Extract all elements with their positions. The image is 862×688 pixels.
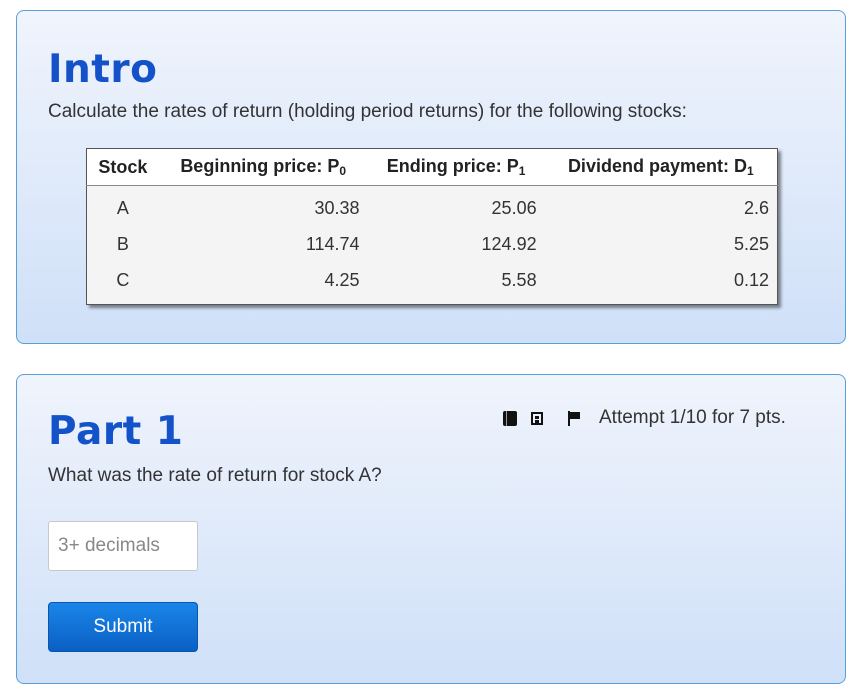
cell-dividend: 0.12: [733, 269, 769, 290]
intro-title: Intro: [48, 47, 158, 92]
cell-stock: A: [116, 197, 129, 218]
table-row: A 30.38 25.06 2.6: [87, 186, 778, 227]
cell-beginning-price: 4.25: [324, 269, 360, 290]
table-row: C 4.25 5.58 0.12: [87, 262, 778, 305]
intro-card: Intro Calculate the rates of return (hol…: [16, 10, 846, 344]
book-icon[interactable]: [503, 410, 517, 426]
submit-button[interactable]: Submit: [48, 602, 198, 652]
cell-ending-price: 25.06: [491, 197, 537, 218]
cell-beginning-price: 30.38: [314, 197, 360, 218]
cell-dividend: 2.6: [743, 197, 769, 218]
question-text: What was the rate of return for stock A?: [48, 465, 382, 486]
cell-stock: C: [116, 269, 130, 290]
attempt-info: Attempt 1/10 for 7 pts.: [599, 407, 786, 428]
stock-table: Stock Beginning price: P0 Ending price: …: [86, 148, 778, 305]
header-beginning-price: Beginning price: P0: [158, 148, 368, 186]
header-ending-price: Ending price: P1: [367, 148, 545, 186]
cell-ending-price: 124.92: [481, 233, 537, 254]
flag-icon[interactable]: [567, 410, 581, 426]
part-card: Part 1 Attempt 1/10 for 7 pts. What was …: [16, 374, 846, 684]
answer-input[interactable]: [48, 521, 198, 571]
table-header-row: Stock Beginning price: P0 Ending price: …: [86, 148, 778, 186]
cell-ending-price: 5.58: [501, 269, 537, 290]
question-toolbar: Attempt 1/10 for 7 pts.: [503, 407, 786, 429]
intro-instructions: Calculate the rates of return (holding p…: [48, 101, 687, 122]
table-row: B 114.74 124.92 5.25: [87, 226, 778, 262]
film-icon[interactable]: [531, 411, 543, 425]
part-title: Part 1: [48, 409, 184, 454]
cell-stock: B: [116, 233, 129, 254]
cell-dividend: 5.25: [733, 233, 769, 254]
header-dividend: Dividend payment: D1: [544, 148, 778, 186]
cell-beginning-price: 114.74: [305, 233, 360, 254]
header-stock: Stock: [86, 148, 159, 186]
